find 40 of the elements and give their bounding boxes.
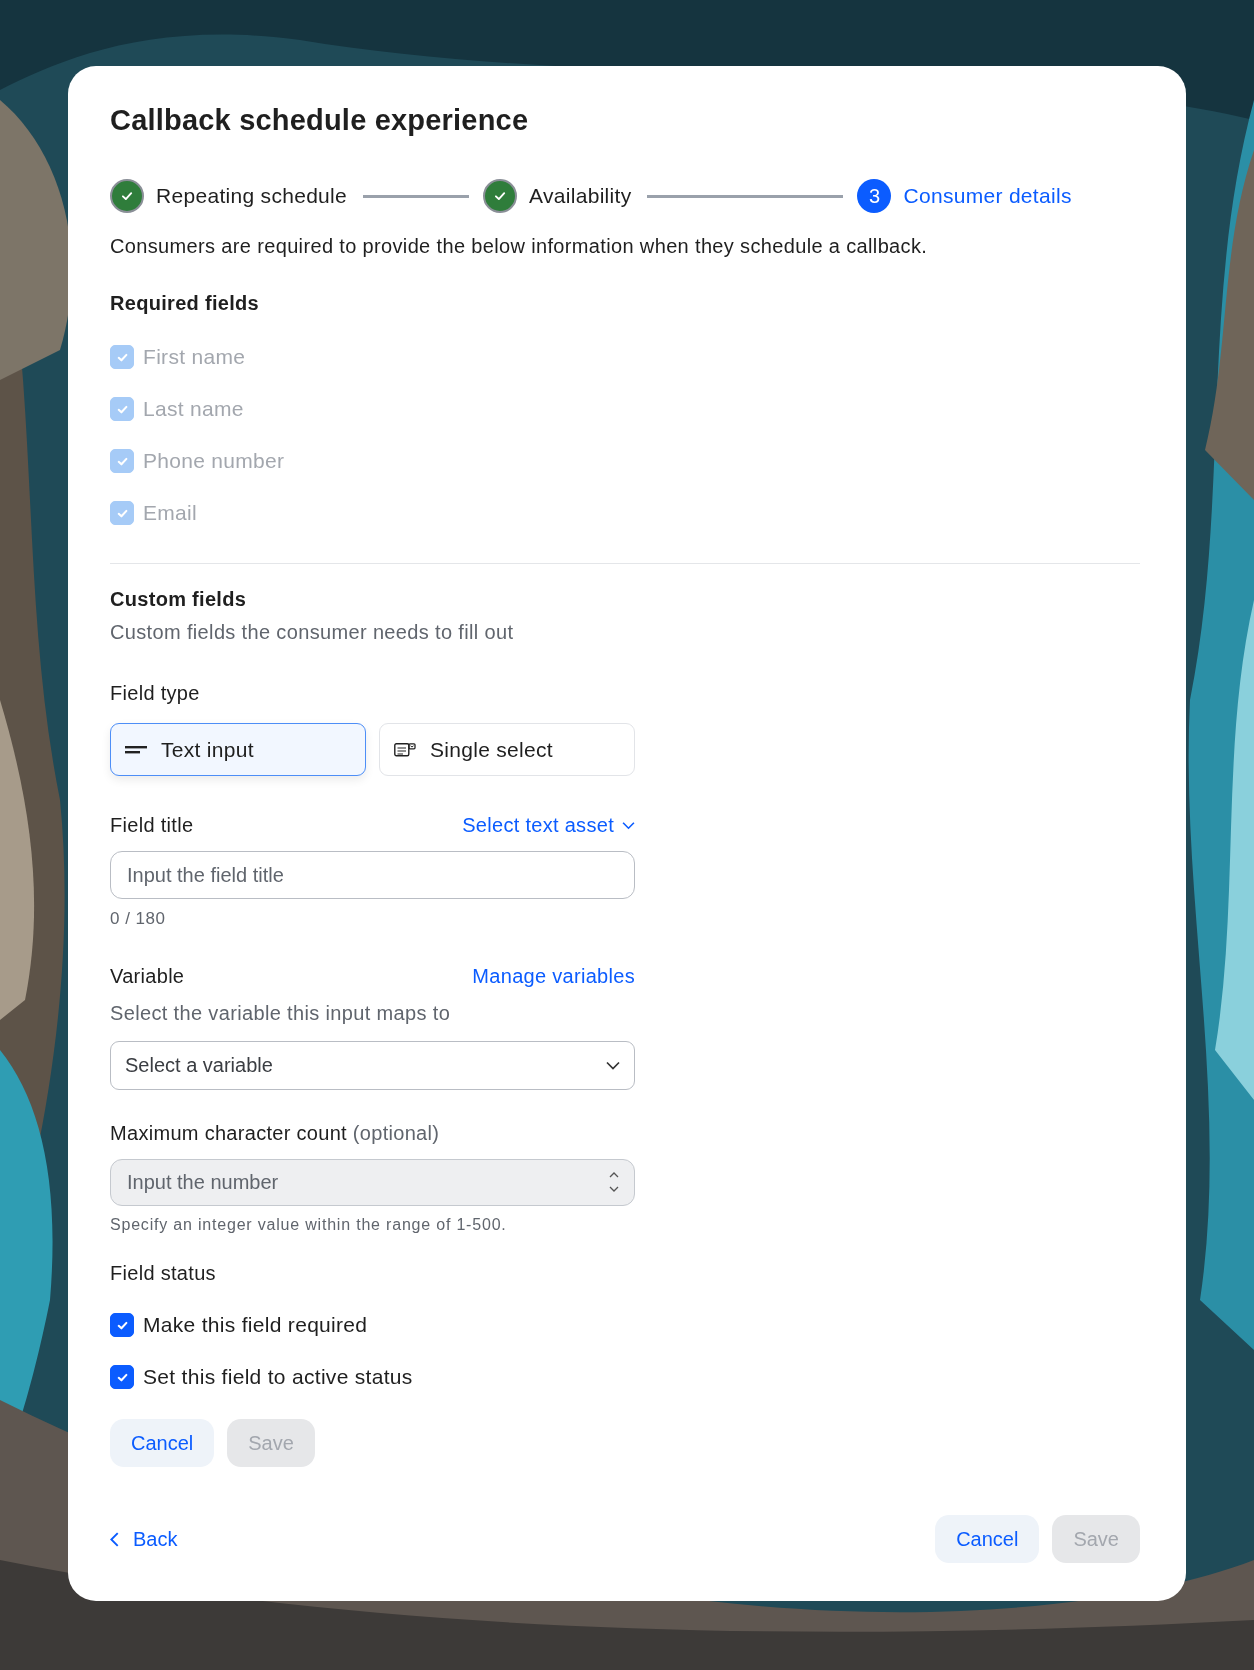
select-list-icon bbox=[394, 742, 416, 757]
variable-select[interactable]: Select a variable bbox=[110, 1041, 635, 1090]
step-label[interactable]: Consumer details bbox=[903, 184, 1072, 208]
field-hint: Select the variable this input maps to bbox=[110, 1002, 452, 1025]
checkbox[interactable] bbox=[110, 1313, 134, 1337]
cancel-button[interactable]: Cancel bbox=[110, 1419, 215, 1467]
stepper-arrows-icon bbox=[609, 1171, 619, 1193]
step-label[interactable]: Availability bbox=[529, 184, 632, 208]
checkbox-label: Set this field to active status bbox=[143, 1365, 413, 1389]
field-type-option[interactable]: Single select bbox=[379, 723, 635, 776]
step-label[interactable]: Repeating schedule bbox=[156, 184, 348, 208]
chevron-down-icon bbox=[622, 821, 635, 830]
checkbox-label: Phone number bbox=[143, 449, 285, 473]
select-text-asset-link[interactable]: Select text asset bbox=[462, 814, 635, 837]
back-link[interactable]: Back bbox=[110, 1527, 178, 1551]
field-label: Maximum character count (optional) bbox=[110, 1122, 441, 1145]
chevron-left-icon bbox=[110, 1531, 119, 1547]
checkbox-label: First name bbox=[143, 345, 246, 369]
section-heading: Required fields bbox=[110, 292, 260, 315]
field-type-option[interactable]: Text input bbox=[110, 723, 366, 776]
section-heading: Custom fields bbox=[110, 588, 248, 611]
checkbox-label: Email bbox=[143, 501, 197, 525]
dialog-title: Callback schedule experience bbox=[110, 104, 530, 137]
text-lines-icon bbox=[125, 745, 147, 754]
field-label: Field type bbox=[110, 682, 201, 705]
manage-variables-link[interactable]: Manage variables bbox=[472, 965, 635, 988]
step-number: 3 bbox=[857, 179, 892, 213]
field-label: Field status bbox=[110, 1262, 217, 1285]
description: Consumers are required to provide the below information when they schedule a callback. bbox=[110, 235, 929, 258]
checkbox-label: Make this field required bbox=[143, 1313, 368, 1337]
chevron-down-icon bbox=[606, 1061, 620, 1070]
field-title-input[interactable]: Input the field title bbox=[110, 851, 635, 899]
checkbox-label: Last name bbox=[143, 397, 244, 421]
field-label: Variable bbox=[110, 965, 185, 988]
section-subtitle: Custom fields the consumer needs to fill out bbox=[110, 621, 515, 644]
field-label: Field title bbox=[110, 814, 194, 837]
cancel-button[interactable]: Cancel bbox=[935, 1515, 1040, 1563]
character-counter: 0 / 180 bbox=[110, 909, 167, 929]
field-hint: Specify an integer value within the range of 1-500. bbox=[110, 1216, 508, 1234]
checkbox[interactable] bbox=[110, 1365, 134, 1389]
